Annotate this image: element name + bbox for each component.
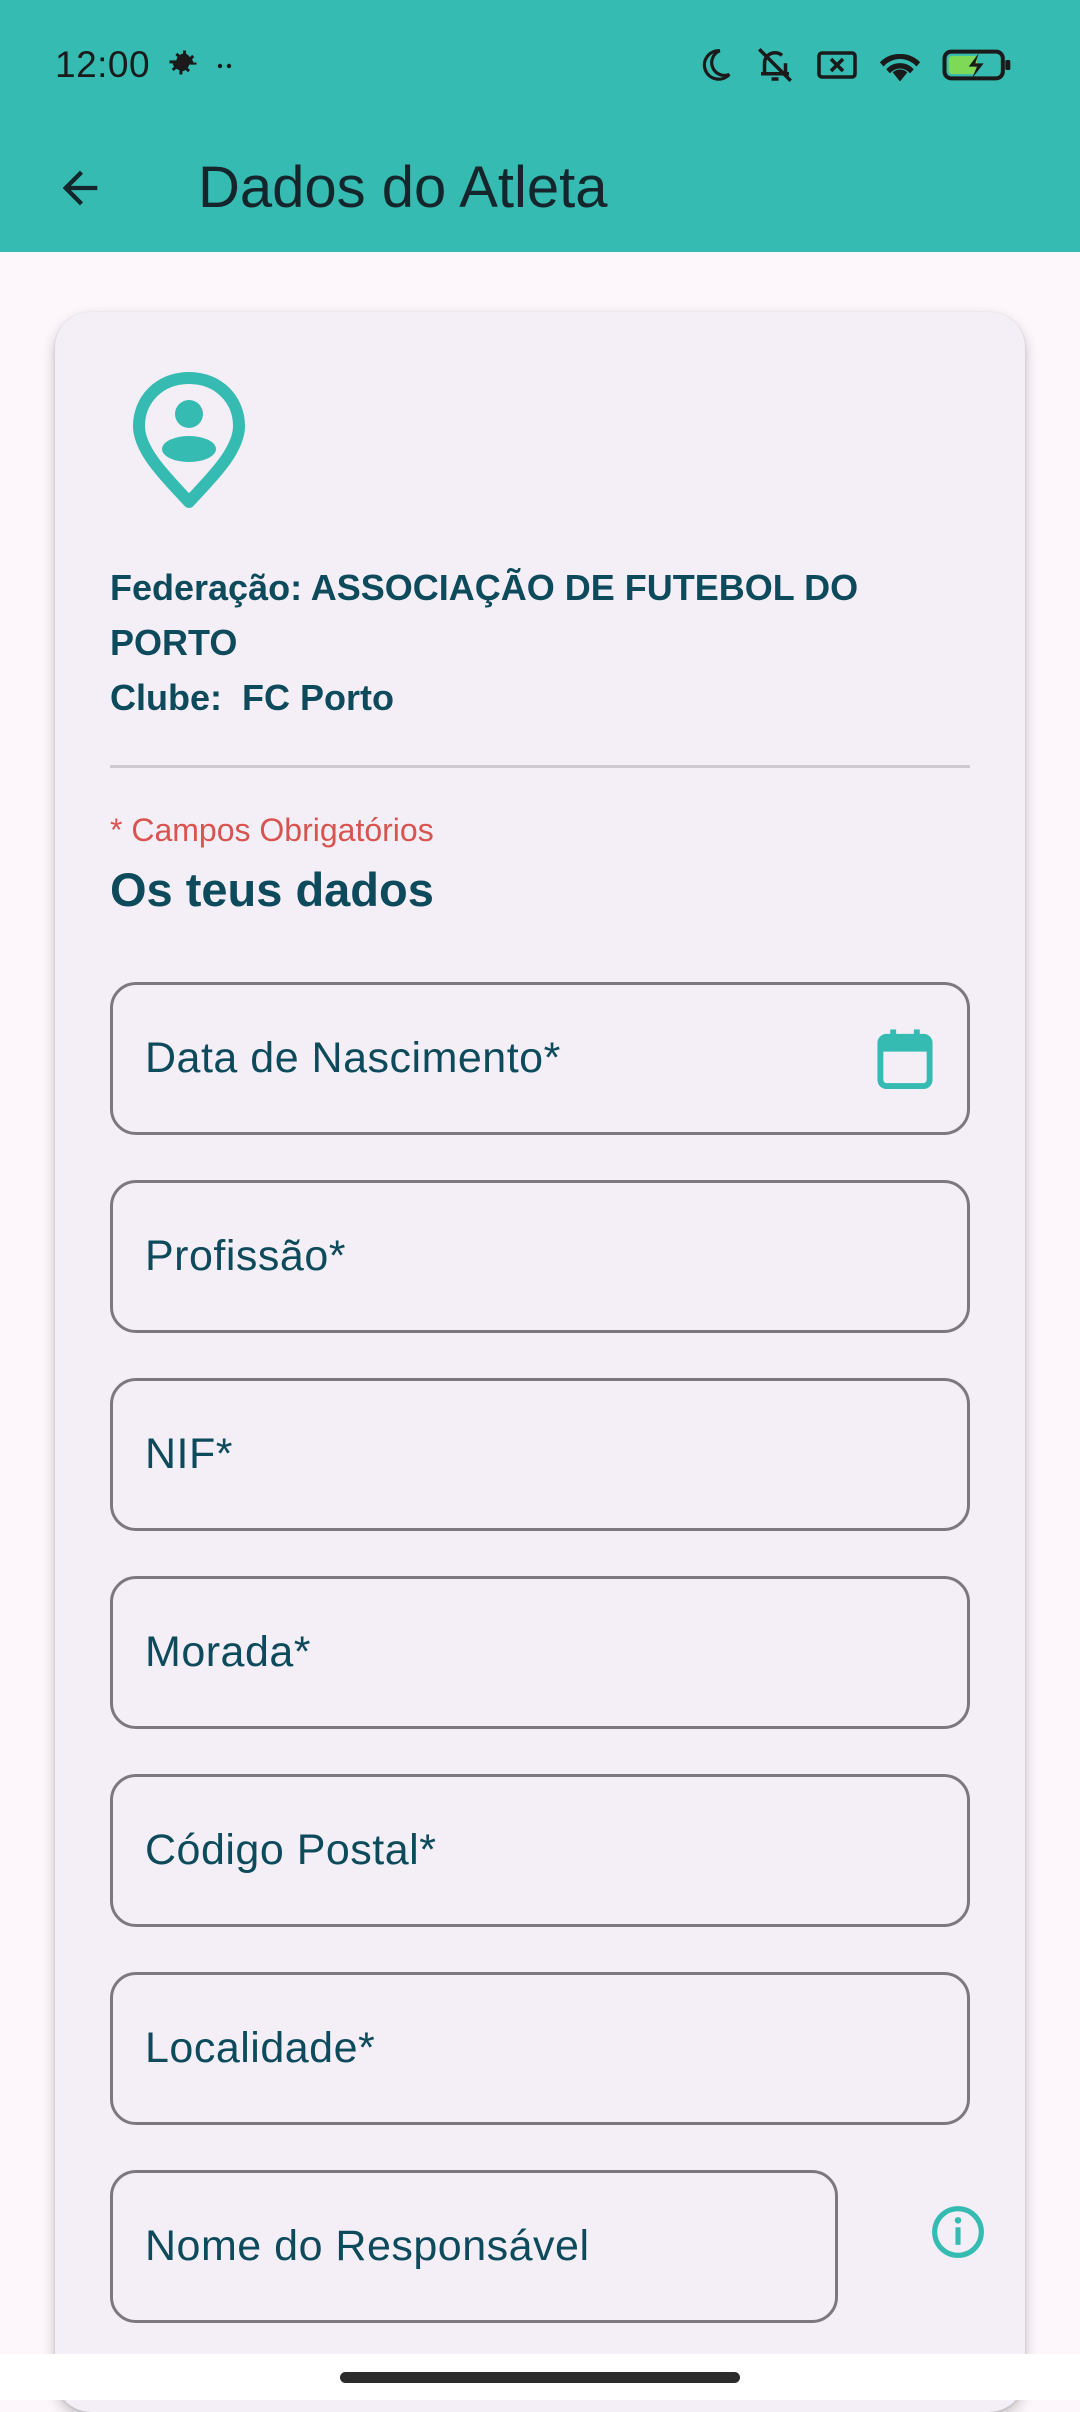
federation-line: Federação: ASSOCIAÇÃO DE FUTEBOL DO PORT…: [110, 567, 859, 663]
address-field[interactable]: Morada*: [110, 1576, 970, 1729]
birth-date-label: Data de Nascimento*: [145, 1034, 561, 1082]
section-title: Os teus dados: [110, 863, 434, 916]
postal-code-field[interactable]: Código Postal*: [110, 1774, 970, 1927]
nif-label: NIF*: [145, 1430, 233, 1478]
postal-code-label: Código Postal*: [145, 1826, 437, 1874]
wifi-icon: [878, 46, 922, 89]
birth-date-field[interactable]: Data de Nascimento*: [110, 982, 970, 1135]
no-sim-icon: [816, 47, 858, 88]
nif-field[interactable]: NIF*: [110, 1378, 970, 1531]
arrow-back-icon: [54, 162, 106, 219]
info-icon[interactable]: [930, 2204, 986, 2260]
guardian-name-field[interactable]: Nome do Responsável: [110, 2170, 838, 2323]
more-dots-icon: [213, 52, 237, 81]
locality-field[interactable]: Localidade*: [110, 1972, 970, 2125]
back-button[interactable]: [40, 150, 120, 230]
athlete-location-icon: [131, 372, 247, 512]
divider: [110, 765, 970, 768]
required-fields-note: * Campos Obrigatórios: [110, 812, 434, 848]
settings-icon: [165, 46, 201, 87]
calendar-icon[interactable]: [875, 1027, 935, 1091]
status-bar: 12:00: [0, 0, 1080, 130]
app-bar: 12:00 Dados do Atleta: [0, 0, 1080, 252]
page-title: Dados do Atleta: [198, 155, 608, 220]
club-line: Clube: FC Porto: [110, 677, 394, 718]
profession-label: Profissão*: [145, 1232, 346, 1280]
mute-icon: [754, 44, 796, 91]
status-time: 12:00: [55, 44, 151, 85]
moon-icon: [696, 46, 734, 89]
battery-charging-icon: [942, 48, 1012, 87]
home-indicator[interactable]: [340, 2372, 740, 2383]
athlete-card: Federação: ASSOCIAÇÃO DE FUTEBOL DO PORT…: [55, 312, 1025, 2412]
address-label: Morada*: [145, 1628, 312, 1676]
toolbar: Dados do Atleta: [0, 130, 1080, 252]
guardian-name-label: Nome do Responsável: [145, 2222, 590, 2270]
profession-field[interactable]: Profissão*: [110, 1180, 970, 1333]
federation-club-info: Federação: ASSOCIAÇÃO DE FUTEBOL DO PORT…: [110, 560, 990, 725]
locality-label: Localidade*: [145, 2024, 376, 2072]
